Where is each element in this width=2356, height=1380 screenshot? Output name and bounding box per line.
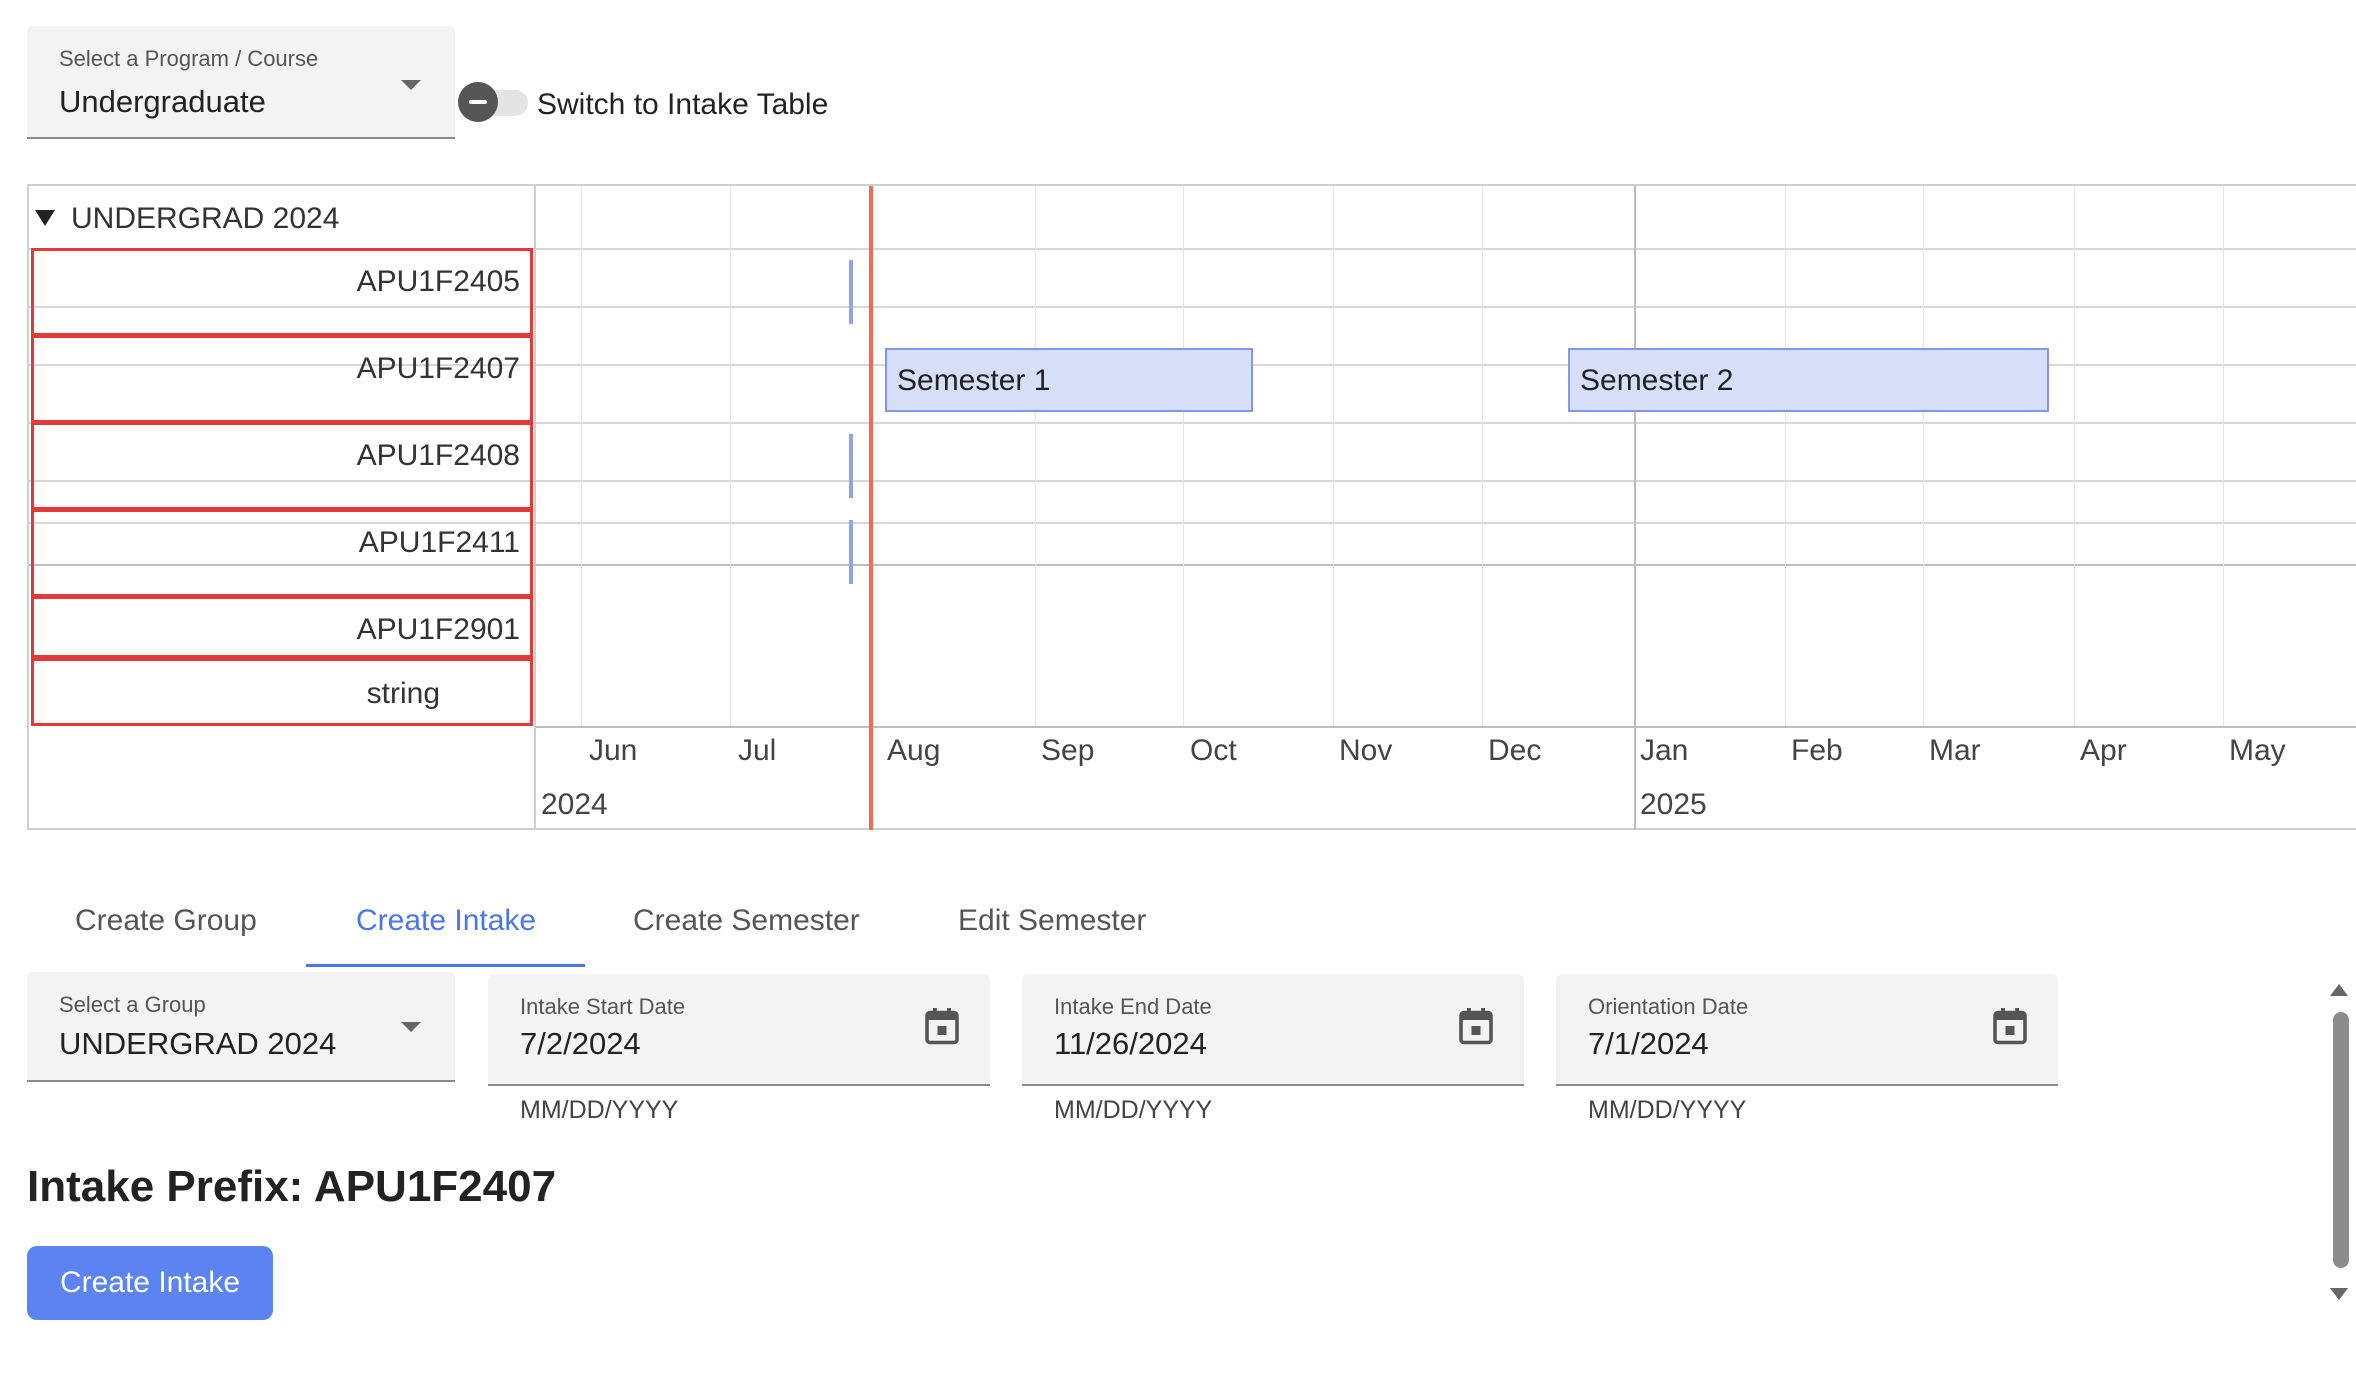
program-select-label: Select a Program / Course [59, 46, 319, 71]
month-label: Aug [887, 734, 941, 767]
tab-create-intake[interactable]: Create Intake [356, 904, 536, 938]
grid-line [1333, 186, 1334, 728]
tab-edit-semester[interactable]: Edit Semester [958, 904, 1146, 938]
intake-end-date-value: 11/26/2024 [1054, 1026, 1207, 1061]
orientation-date-value: 7/1/2024 [1588, 1026, 1709, 1061]
month-label: Sep [1041, 734, 1095, 767]
today-marker-line [869, 186, 873, 830]
intake-table-toggle[interactable] [458, 82, 530, 122]
tab-create-semester[interactable]: Create Semester [633, 904, 860, 938]
group-label: UNDERGRAD 2024 [71, 202, 340, 235]
calendar-icon[interactable] [1458, 1006, 1494, 1046]
group-select-label: Select a Group [59, 992, 206, 1017]
scroll-down-arrow-icon[interactable] [2330, 1288, 2348, 1300]
grid-line [581, 186, 582, 728]
semester-bar-label: Semester 2 [1580, 364, 1734, 397]
group-select-value: UNDERGRAD 2024 [59, 1026, 337, 1061]
grid-line [1035, 186, 1036, 728]
semester-bar[interactable]: Semester 2 [1568, 348, 2049, 412]
semester-bar-label: Semester 1 [897, 364, 1051, 397]
orientation-date-label: Orientation Date [1588, 994, 1749, 1019]
intake-end-date-label: Intake End Date [1054, 994, 1212, 1019]
intake-prefix-heading: Intake Prefix: APU1F2407 [27, 1162, 557, 1211]
scrollbar-thumb[interactable] [2333, 1012, 2349, 1268]
intake-label: APU1F2405 [356, 265, 520, 298]
create-intake-button[interactable]: Create Intake [27, 1246, 273, 1320]
collapse-triangle-icon[interactable] [35, 210, 55, 226]
intake-label: APU1F2408 [356, 439, 520, 472]
intake-start-date-helper: MM/DD/YYYY [520, 1096, 679, 1124]
grid-line [2074, 186, 2075, 728]
month-label: Feb [1791, 734, 1843, 767]
month-label: May [2229, 734, 2286, 767]
grid-line [2223, 186, 2224, 728]
intake-end-date-field[interactable]: Intake End Date 11/26/2024 [1022, 974, 1524, 1086]
grid-line [1785, 186, 1786, 728]
gantt-label-separator [534, 186, 536, 830]
month-label: Nov [1339, 734, 1393, 767]
intake-start-marker[interactable] [849, 520, 853, 584]
intake-row[interactable]: APU1F2405 [31, 248, 533, 336]
scale-divider [534, 726, 2356, 728]
month-label: Dec [1488, 734, 1542, 767]
month-label: Apr [2080, 734, 2127, 767]
year-label: 2025 [1640, 788, 1707, 821]
program-course-select[interactable]: Select a Program / Course Undergraduate [27, 26, 455, 139]
intake-start-date-value: 7/2/2024 [520, 1026, 641, 1061]
calendar-icon[interactable] [1992, 1006, 2028, 1046]
chevron-down-icon [401, 80, 421, 90]
orientation-date-helper: MM/DD/YYYY [1588, 1096, 1747, 1124]
toggle-thumb-icon [458, 82, 498, 122]
intake-start-date-field[interactable]: Intake Start Date 7/2/2024 [488, 974, 990, 1086]
toggle-label: Switch to Intake Table [537, 88, 829, 121]
month-label: Jun [589, 734, 638, 767]
year-divider [1634, 186, 1636, 830]
grid-line [1183, 186, 1184, 728]
grid-line [1482, 186, 1483, 728]
intake-row[interactable]: string [31, 658, 533, 726]
grid-line [730, 186, 731, 728]
intake-end-date-helper: MM/DD/YYYY [1054, 1096, 1213, 1124]
month-label: Jul [738, 734, 777, 767]
intake-start-marker[interactable] [849, 260, 853, 324]
intake-label: APU1F2411 [358, 526, 520, 559]
orientation-date-field[interactable]: Orientation Date 7/1/2024 [1556, 974, 2058, 1086]
month-label: Oct [1190, 734, 1237, 767]
tab-create-group[interactable]: Create Group [75, 904, 257, 938]
chevron-down-icon [401, 1022, 421, 1032]
intake-row[interactable]: APU1F2407 [31, 335, 533, 423]
grid-line [1923, 186, 1924, 728]
scroll-up-arrow-icon[interactable] [2330, 984, 2348, 996]
intake-start-marker[interactable] [849, 434, 853, 498]
calendar-icon[interactable] [924, 1006, 960, 1046]
intake-row[interactable]: APU1F2408 [31, 422, 533, 510]
semester-bar[interactable]: Semester 1 [885, 348, 1253, 412]
group-row-undergrad-2024[interactable]: UNDERGRAD 2024 [29, 186, 534, 248]
group-select[interactable]: Select a Group UNDERGRAD 2024 [27, 972, 455, 1082]
intake-label: APU1F2901 [356, 613, 520, 646]
gantt-timeline: UNDERGRAD 2024 APU1F2405 APU1F2407 APU1F… [27, 184, 2356, 830]
program-select-value: Undergraduate [59, 84, 266, 119]
intake-label: APU1F2407 [356, 352, 520, 385]
intake-row[interactable]: APU1F2901 [31, 596, 533, 658]
intake-start-date-label: Intake Start Date [520, 994, 686, 1019]
intake-label: string [366, 677, 440, 710]
active-tab-indicator [306, 964, 585, 967]
month-label: Mar [1929, 734, 1981, 767]
month-label: Jan [1640, 734, 1689, 767]
intake-row[interactable]: APU1F2411 [31, 509, 533, 597]
year-label: 2024 [541, 788, 608, 821]
